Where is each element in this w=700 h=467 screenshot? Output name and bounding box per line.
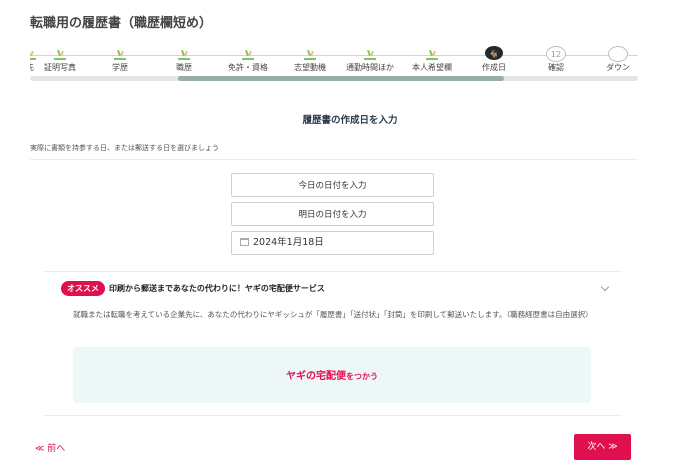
step-label: 確認 xyxy=(548,63,564,72)
step-8[interactable]: 🐐 作成日 xyxy=(461,40,527,80)
promo-panel: オススメ 印刷から郵送まであなたの代わりに！ヤギの宅配便サービス 就職または転職… xyxy=(43,271,622,416)
step-7[interactable]: 本人希望欄 xyxy=(399,40,465,80)
step-10[interactable]: ダウン xyxy=(585,40,638,80)
step-4[interactable]: 免許・資格 xyxy=(215,40,281,80)
step-1[interactable]: 証明写真 xyxy=(30,40,93,80)
step-label: 通勤時間ほか xyxy=(346,63,394,72)
calendar-icon xyxy=(240,238,249,246)
step-done-icon xyxy=(239,48,257,62)
promo-cta-main: ヤギの宅配便 xyxy=(286,371,346,382)
step-label: 本人希望欄 xyxy=(412,63,452,72)
step-label: 作成日 xyxy=(482,63,506,72)
divider xyxy=(30,159,638,160)
grass-icon xyxy=(364,54,376,60)
step-done-icon xyxy=(423,48,441,62)
step-done-icon xyxy=(111,48,129,62)
promo-cta-button[interactable]: ヤギの宅配便をつかう xyxy=(73,367,591,382)
step-done-icon xyxy=(51,48,69,62)
step-9[interactable]: 12 確認 xyxy=(523,40,589,80)
step-label: 学歴 xyxy=(112,63,128,72)
step-label: 免許・資格 xyxy=(228,63,268,72)
grass-icon xyxy=(114,54,126,60)
step-2[interactable]: 学歴 xyxy=(87,40,153,80)
section-subtitle: 実際に書類を持参する日、または郵送する日を選びましょう xyxy=(30,144,219,152)
promo-title[interactable]: 印刷から郵送まであなたの代わりに！ヤギの宅配便サービス xyxy=(109,283,325,294)
step-label: 証明写真 xyxy=(44,63,76,72)
creation-date-input[interactable]: 2024年1月18日 xyxy=(231,231,434,255)
today-date-button[interactable]: 今日の日付を入力 xyxy=(231,173,434,197)
step-6[interactable]: 通勤時間ほか xyxy=(337,40,403,80)
grass-icon xyxy=(54,54,66,60)
step-label: ダウン xyxy=(606,63,630,72)
grass-icon xyxy=(426,54,438,60)
grass-icon xyxy=(304,54,316,60)
step-5[interactable]: 志望動機 xyxy=(277,40,343,80)
step-number xyxy=(608,46,628,62)
step-done-icon xyxy=(301,48,319,62)
chevron-down-icon[interactable] xyxy=(600,282,610,292)
prev-button[interactable]: ≪ 前へ xyxy=(35,441,65,454)
page-title: 転職用の履歴書（職歴欄短め） xyxy=(30,16,213,31)
tomorrow-date-button[interactable]: 明日の日付を入力 xyxy=(231,202,434,226)
promo-cta-box[interactable]: ヤギの宅配便をつかう xyxy=(73,347,591,403)
step-3[interactable]: 職歴 xyxy=(151,40,217,80)
promo-cta-small: をつかう xyxy=(346,372,378,381)
progress-track xyxy=(30,76,638,81)
section-title: 履歴書の作成日を入力 xyxy=(302,115,398,126)
grass-icon xyxy=(178,54,190,60)
step-done-icon xyxy=(361,48,379,62)
promo-description: 就職または転職を考えている企業先に、あなたの代わりにヤギッシュが「履歴書」「送付… xyxy=(73,310,593,319)
step-number: 12 xyxy=(546,46,566,62)
goat-icon: 🐐 xyxy=(485,46,503,60)
progress-fill xyxy=(178,76,505,81)
recommend-badge: オススメ xyxy=(61,281,105,296)
creation-date-value: 2024年1月18日 xyxy=(253,237,324,248)
next-button[interactable]: 次へ ≫ xyxy=(574,434,631,460)
step-label: 志望動機 xyxy=(294,63,326,72)
step-done-icon xyxy=(175,48,193,62)
grass-icon xyxy=(242,54,254,60)
step-label: 職歴 xyxy=(176,63,192,72)
